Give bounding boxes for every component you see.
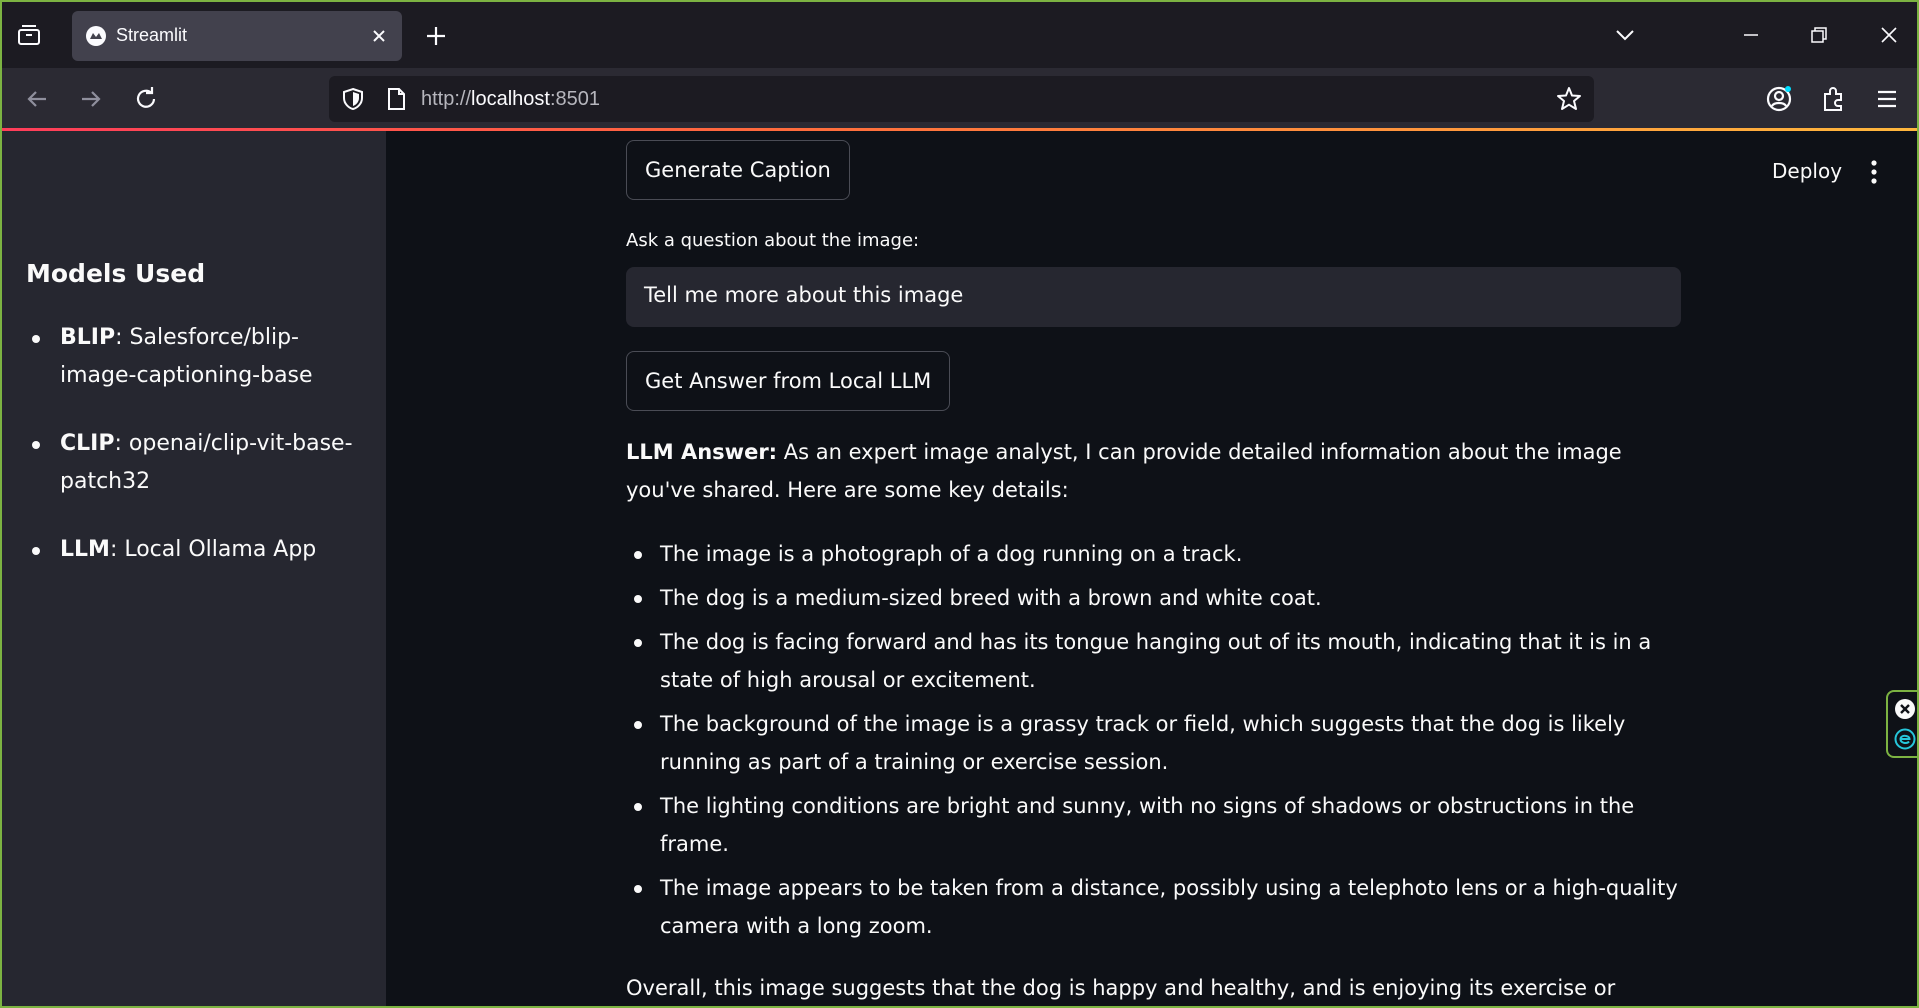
browser-window: Streamlit http://localhost:8501 Models U… (0, 0, 1919, 1008)
minimize-icon[interactable] (1736, 20, 1766, 50)
navigation-bar: http://localhost:8501 (2, 68, 1917, 130)
llm-answer: LLM Answer: As an expert image analyst, … (626, 433, 1696, 1006)
tab-bar: Streamlit (2, 2, 1917, 68)
sidebar: Models Used BLIP: Salesforce/blip-image-… (2, 131, 386, 1006)
account-icon[interactable] (1762, 82, 1796, 116)
new-tab-icon[interactable] (422, 22, 450, 50)
list-item: The image is a photograph of a dog runni… (626, 535, 1696, 573)
shield-icon[interactable] (341, 87, 365, 115)
answer-heading: LLM Answer: (626, 440, 778, 464)
deploy-button[interactable]: Deploy (1772, 159, 1842, 183)
tab-streamlit[interactable]: Streamlit (72, 11, 402, 61)
model-value: Local Ollama App (117, 537, 317, 562)
close-window-icon[interactable] (1874, 20, 1904, 50)
hamburger-menu-icon[interactable] (1870, 82, 1904, 116)
list-item: LLM: Local Ollama App (26, 531, 366, 569)
answer-points: The image is a photograph of a dog runni… (626, 535, 1696, 945)
tab-list-icon[interactable] (14, 20, 44, 50)
model-name: BLIP (60, 325, 116, 350)
forward-arrow-icon[interactable] (74, 82, 108, 116)
model-name: CLIP (60, 431, 115, 456)
extension-e-icon[interactable] (1894, 728, 1916, 754)
sidebar-title: Models Used (26, 259, 206, 288)
url-port: :8501 (549, 88, 601, 110)
reload-icon[interactable] (129, 82, 163, 116)
main-content: Deploy Generate Caption Ask a question a… (386, 131, 1917, 1006)
back-arrow-icon[interactable] (20, 82, 54, 116)
answer-intro: LLM Answer: As an expert image analyst, … (626, 433, 1696, 509)
tab-title: Streamlit (116, 25, 188, 45)
more-options-icon[interactable] (1866, 157, 1882, 187)
get-answer-button[interactable]: Get Answer from Local LLM (626, 351, 951, 411)
bookmark-star-icon[interactable] (1556, 86, 1582, 116)
list-item: The dog is a medium-sized breed with a b… (626, 579, 1696, 617)
list-item: The background of the image is a grassy … (626, 705, 1696, 781)
extensions-icon[interactable] (1817, 82, 1851, 116)
generate-caption-button[interactable]: Generate Caption (626, 140, 850, 200)
url-text[interactable]: http://localhost:8501 (421, 88, 600, 111)
model-name: LLM (60, 537, 110, 562)
list-item: The lighting conditions are bright and s… (626, 787, 1696, 863)
side-floating-widget (1886, 690, 1917, 758)
chevron-down-icon[interactable] (1610, 20, 1640, 50)
restore-icon[interactable] (1804, 20, 1834, 50)
page-icon[interactable] (385, 87, 407, 115)
list-item: The image appears to be taken from a dis… (626, 869, 1696, 945)
url-host: localhost (471, 88, 550, 110)
separator: : (114, 431, 122, 456)
models-list: BLIP: Salesforce/blip-image-captioning-b… (26, 319, 366, 599)
list-item: CLIP: openai/clip-vit-base-patch32 (26, 425, 366, 501)
answer-overall: Overall, this image suggests that the do… (626, 976, 1616, 1000)
list-item: BLIP: Salesforce/blip-image-captioning-b… (26, 319, 366, 395)
streamlit-favicon-icon (86, 26, 106, 46)
address-bar[interactable]: http://localhost:8501 (329, 76, 1594, 122)
list-item: The dog is facing forward and has its to… (626, 623, 1696, 699)
question-label: Ask a question about the image: (626, 230, 920, 251)
separator: : (115, 325, 123, 350)
close-circle-icon[interactable] (1894, 698, 1916, 724)
url-scheme: http:// (421, 88, 472, 110)
question-input[interactable]: Tell me more about this image (626, 267, 1681, 327)
close-tab-icon[interactable] (368, 25, 390, 47)
